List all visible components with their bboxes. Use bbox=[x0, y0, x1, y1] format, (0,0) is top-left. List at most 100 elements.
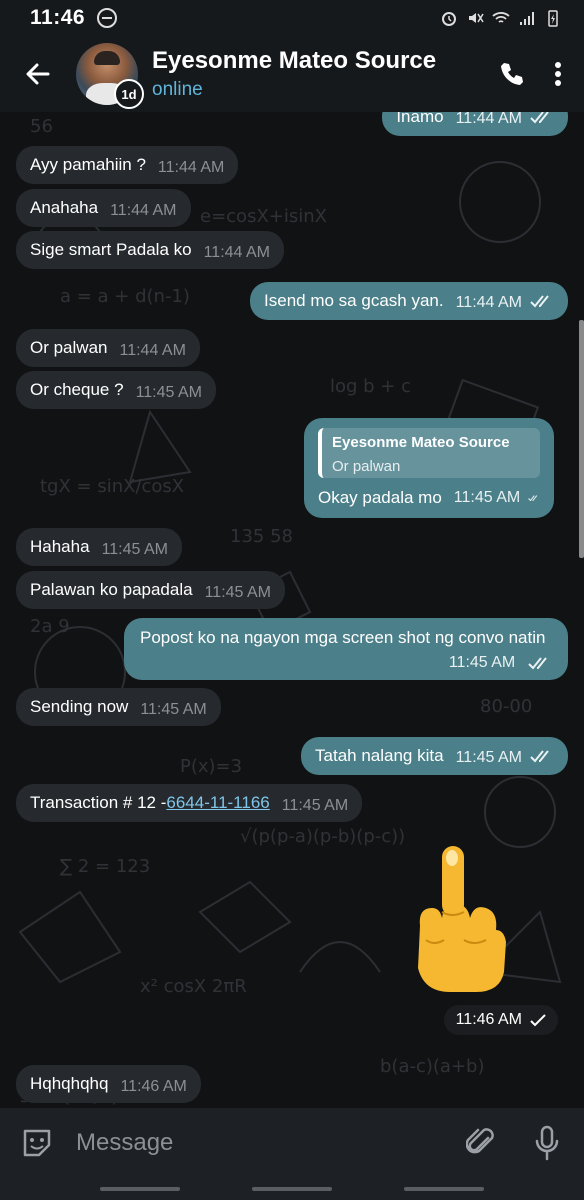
svg-text:tgX = sinX/cosX: tgX = sinX/cosX bbox=[40, 476, 184, 497]
message-text: Tatah nalang kita bbox=[315, 746, 444, 765]
wifi-icon bbox=[492, 12, 510, 23]
message-time: 11:44 AM bbox=[110, 202, 177, 219]
message-outgoing[interactable]: Inamo 11:44 AM bbox=[382, 112, 568, 136]
nav-back-hint[interactable] bbox=[100, 1187, 180, 1191]
message-input[interactable]: Message bbox=[76, 1129, 466, 1157]
message-time: 11:45 AM bbox=[453, 489, 521, 506]
message-text: Okay padala mo bbox=[318, 488, 442, 507]
alarm-icon bbox=[442, 12, 456, 26]
self-destruct-timer-badge: 1d bbox=[114, 79, 144, 109]
svg-text:∑ 2 = 123: ∑ 2 = 123 bbox=[60, 856, 150, 877]
message-time: 11:44 AM bbox=[157, 159, 225, 176]
message-incoming[interactable]: Hqhqhqhq 11:46 AM bbox=[16, 1065, 201, 1103]
message-time: 11:45 AM bbox=[281, 797, 349, 814]
contact-status: online bbox=[152, 79, 203, 100]
double-check-icon bbox=[530, 112, 549, 124]
message-incoming[interactable]: Sige smart Padala ko 11:44 AM bbox=[16, 231, 285, 269]
input-actions bbox=[466, 1125, 564, 1161]
svg-text:80-00: 80-00 bbox=[480, 696, 532, 717]
signal-icon bbox=[520, 12, 534, 25]
svg-text:56: 56 bbox=[30, 116, 53, 137]
system-nav-bar bbox=[0, 1178, 584, 1200]
chat-header: 1d Eyesonme Mateo Source online bbox=[0, 36, 584, 112]
svg-text:2a 9: 2a 9 bbox=[30, 616, 70, 637]
message-outgoing[interactable]: Tatah nalang kita 11:45 AM bbox=[301, 737, 568, 775]
message-text: Hahaha bbox=[30, 537, 90, 556]
microphone-icon[interactable] bbox=[534, 1125, 560, 1161]
message-text: Inamo bbox=[396, 112, 444, 126]
sticker-icon[interactable] bbox=[20, 1126, 54, 1160]
message-incoming[interactable]: Ayy pamahiin ? 11:44 AM bbox=[16, 146, 239, 184]
phone-number-link[interactable]: 6644-11-1166 bbox=[166, 793, 269, 813]
message-time: 11:44 AM bbox=[455, 294, 522, 311]
svg-text:a = a + d(n-1): a = a + d(n-1) bbox=[60, 286, 190, 307]
arrow-left-icon bbox=[26, 63, 50, 85]
double-check-icon bbox=[528, 495, 538, 502]
reply-text: Or palwan bbox=[332, 458, 401, 475]
contact-info[interactable]: Eyesonme Mateo Source online bbox=[152, 47, 442, 101]
message-time: 11:45 AM bbox=[448, 654, 516, 671]
message-text: Or palwan bbox=[30, 338, 108, 357]
back-button[interactable] bbox=[0, 36, 76, 112]
message-outgoing-reply[interactable]: Eyesonme Mateo Source Or palwan Okay pad… bbox=[304, 418, 554, 518]
reply-author: Eyesonme Mateo Source bbox=[332, 434, 510, 451]
message-text: Ayy pamahiin ? bbox=[30, 155, 146, 174]
single-check-icon bbox=[530, 1014, 546, 1027]
more-vertical-icon[interactable] bbox=[554, 61, 562, 87]
message-time: 11:46 AM bbox=[120, 1078, 187, 1095]
message-text: Isend mo sa gcash yan. bbox=[264, 291, 444, 310]
status-time: 11:46 bbox=[30, 6, 86, 29]
message-time: 11:45 AM bbox=[455, 749, 522, 766]
message-text: Anahaha bbox=[30, 198, 99, 217]
svg-text:e=cosX+isinX: e=cosX+isinX bbox=[200, 206, 327, 227]
contact-avatar-wrap[interactable]: 1d bbox=[76, 43, 144, 109]
phone-icon[interactable] bbox=[498, 60, 526, 88]
message-text: Transaction # 12 - bbox=[30, 793, 167, 812]
message-text: Sige smart Padala ko bbox=[30, 240, 192, 259]
nav-recents-hint[interactable] bbox=[404, 1187, 484, 1191]
message-incoming[interactable]: Anahaha 11:44 AM bbox=[16, 189, 191, 227]
status-icons bbox=[440, 9, 562, 27]
message-incoming[interactable]: Palawan ko papadala 11:45 AM bbox=[16, 571, 285, 609]
svg-text:x² cosX 2πR: x² cosX 2πR bbox=[140, 976, 247, 997]
message-text: Palawan ko papadala bbox=[30, 580, 193, 599]
reply-quote[interactable]: Eyesonme Mateo Source Or palwan bbox=[318, 428, 540, 478]
message-time: 11:45 AM bbox=[204, 584, 271, 601]
message-time: 11:44 AM bbox=[203, 244, 271, 261]
middle-finger-emoji[interactable] bbox=[412, 844, 508, 994]
paperclip-icon[interactable] bbox=[466, 1126, 496, 1160]
message-time: 11:45 AM bbox=[135, 384, 202, 401]
message-time: 11:45 AM bbox=[140, 701, 207, 718]
svg-text:√(p(p-a)(p-b)(p-c)): √(p(p-a)(p-b)(p-c)) bbox=[240, 826, 405, 847]
nav-home-hint[interactable] bbox=[252, 1187, 332, 1191]
double-check-icon bbox=[530, 750, 549, 763]
header-actions bbox=[498, 60, 584, 88]
message-incoming[interactable]: Or palwan 11:44 AM bbox=[16, 329, 200, 367]
status-bar: 11:46 bbox=[0, 0, 584, 36]
message-time: 11:45 AM bbox=[101, 541, 168, 558]
sticker-time-pill: 11:46 AM bbox=[443, 1005, 558, 1035]
message-incoming[interactable]: Hahaha 11:45 AM bbox=[16, 528, 182, 566]
svg-text:135 58: 135 58 bbox=[230, 526, 293, 547]
svg-text:log b + c: log b + c bbox=[330, 376, 411, 397]
message-time: 11:44 AM bbox=[455, 112, 522, 127]
message-incoming[interactable]: Sending now 11:45 AM bbox=[16, 688, 221, 726]
chat-area[interactable]: 56 e=cosX+isinX a = a + d(n-1) log b + c… bbox=[0, 112, 584, 1108]
message-text: Sending now bbox=[30, 697, 129, 716]
message-input-bar: Message bbox=[0, 1108, 584, 1178]
mute-icon bbox=[469, 13, 484, 23]
svg-text:P(x)=3: P(x)=3 bbox=[180, 756, 242, 777]
double-check-icon bbox=[528, 656, 547, 670]
battery-icon bbox=[548, 10, 558, 27]
message-time: 11:46 AM bbox=[455, 1011, 522, 1028]
message-outgoing[interactable]: Isend mo sa gcash yan. 11:44 AM bbox=[250, 282, 568, 320]
contact-name: Eyesonme Mateo Source bbox=[152, 47, 437, 74]
message-incoming[interactable]: Or cheque ? 11:45 AM bbox=[16, 371, 216, 409]
scroll-indicator[interactable] bbox=[579, 320, 584, 558]
message-text: Hqhqhqhq bbox=[30, 1074, 109, 1093]
svg-text:b(a-c)(a+b): b(a-c)(a+b) bbox=[380, 1056, 484, 1077]
message-incoming[interactable]: Transaction # 12 - 6644-11-1166 11:45 AM bbox=[16, 784, 363, 822]
message-text: Popost ko na ngayon mga screen shot ng c… bbox=[140, 628, 546, 647]
do-not-disturb-icon bbox=[97, 8, 118, 28]
message-outgoing[interactable]: Popost ko na ngayon mga screen shot ng c… bbox=[124, 618, 568, 680]
